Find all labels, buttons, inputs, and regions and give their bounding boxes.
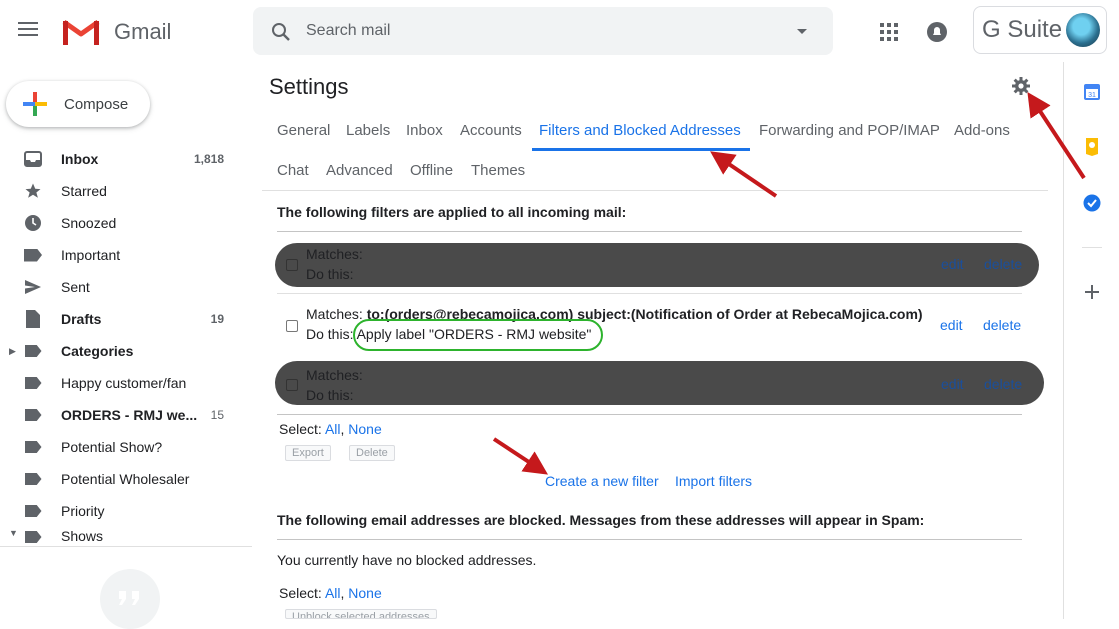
arrow-to-gear <box>1027 91 1086 180</box>
arrow-to-filters-tab <box>710 151 778 198</box>
arrow-to-create-filter <box>492 437 549 475</box>
annotation-arrows <box>492 91 1086 475</box>
